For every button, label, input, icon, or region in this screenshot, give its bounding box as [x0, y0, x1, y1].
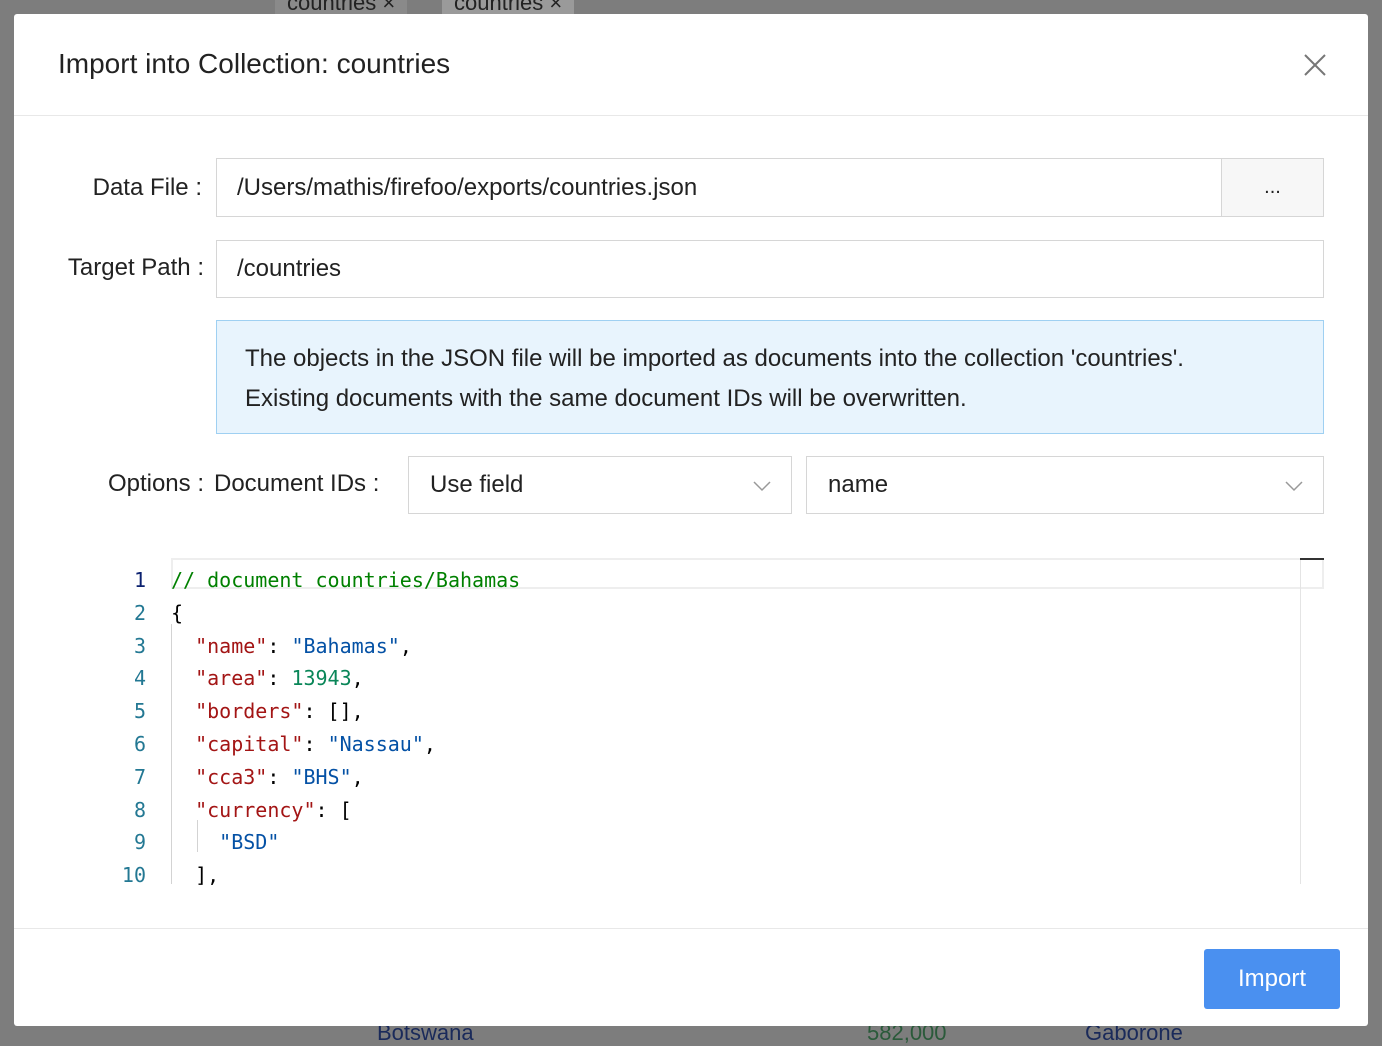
dialog-title: Import into Collection: countries — [58, 48, 451, 79]
code-token: "Nassau" — [327, 732, 424, 756]
chevron-down-icon — [753, 481, 771, 492]
document-ids-label: Document IDs : — [214, 470, 380, 497]
code-token: : [ — [315, 797, 352, 822]
code-token: "capital" — [195, 732, 304, 756]
code-line: "name": "Bahamas", — [171, 634, 412, 658]
code-line: "BSD" — [171, 830, 279, 854]
line-number: 3 — [133, 633, 146, 658]
close-icon[interactable] — [1300, 50, 1330, 80]
line-number: 9 — [133, 830, 146, 855]
select-value: name — [828, 471, 889, 498]
line-number: 1 — [133, 568, 146, 592]
code-token: , — [351, 666, 364, 691]
chevron-down-icon — [1285, 481, 1303, 492]
code-token: "area" — [195, 666, 268, 691]
line-number: 4 — [133, 666, 146, 691]
select-value: Use field — [430, 471, 524, 498]
import-dialog: Import into Collection: countries Data F… — [14, 14, 1368, 1026]
overview-ruler-marker — [1300, 558, 1324, 560]
code-line: "area": 13943, — [171, 666, 364, 690]
code-token: 13943 — [291, 666, 352, 691]
code-token: "cca3" — [195, 764, 268, 789]
code-token: , — [399, 633, 412, 658]
code-line: // document countries/Bahamas — [171, 568, 520, 592]
code-token: { — [171, 600, 184, 625]
code-token: "BHS" — [291, 764, 352, 789]
code-line: { — [171, 601, 183, 625]
target-path-input[interactable]: /countries — [216, 240, 1324, 298]
scrollbar-track[interactable] — [1300, 558, 1301, 884]
code-token: "BSD" — [219, 830, 280, 855]
info-line: Existing documents with the same documen… — [245, 385, 967, 412]
target-path-label: Target Path : — [67, 254, 204, 281]
import-button[interactable]: Import — [1204, 949, 1340, 1009]
code-token: : — [267, 633, 292, 658]
line-number: 2 — [133, 600, 146, 625]
code-token: , — [423, 732, 436, 756]
code-line: ], — [171, 863, 219, 887]
info-alert: The objects in the JSON file will be imp… — [216, 320, 1324, 434]
code-token: "Bahamas" — [291, 633, 400, 658]
code-token: "borders" — [195, 699, 304, 724]
data-file-input[interactable]: /Users/mathis/firefoo/exports/countries.… — [216, 158, 1222, 217]
line-number: 6 — [133, 732, 146, 756]
code-line: "borders": [], — [171, 699, 364, 723]
info-line: The objects in the JSON file will be imp… — [245, 345, 1184, 372]
code-line: "currency": [ — [171, 798, 352, 822]
code-token: : — [267, 764, 292, 789]
line-number: 8 — [133, 797, 146, 822]
code-token: "currency" — [195, 797, 316, 822]
code-token: , — [351, 764, 364, 789]
options-label: Options : — [107, 470, 204, 497]
code-token: // document countries/Bahamas — [171, 568, 521, 592]
browse-button[interactable]: ... — [1221, 158, 1324, 217]
background-tab: countries × — [275, 0, 408, 14]
dialog-header: Import into Collection: countries — [14, 14, 1368, 116]
code-line: "cca3": "BHS", — [171, 765, 364, 789]
code-token: ], — [171, 863, 220, 888]
code-line: "capital": "Nassau", — [171, 732, 436, 756]
code-token: : — [303, 732, 328, 756]
background-tab: countries × — [442, 0, 575, 14]
code-token: "name" — [195, 633, 268, 658]
document-id-field-select[interactable]: name — [806, 456, 1324, 514]
json-preview-editor[interactable]: 1 // document countries/Bahamas 2 {3 "name"… — [90, 558, 1324, 888]
dialog-footer: Import — [14, 928, 1368, 1026]
code-token: : [], — [303, 699, 364, 724]
line-number: 10 — [121, 863, 146, 888]
data-file-label: Data File : — [92, 174, 202, 201]
line-number: 5 — [133, 699, 146, 724]
document-ids-mode-select[interactable]: Use field — [408, 456, 792, 514]
code-token: : — [267, 666, 292, 691]
line-number: 7 — [133, 764, 146, 789]
